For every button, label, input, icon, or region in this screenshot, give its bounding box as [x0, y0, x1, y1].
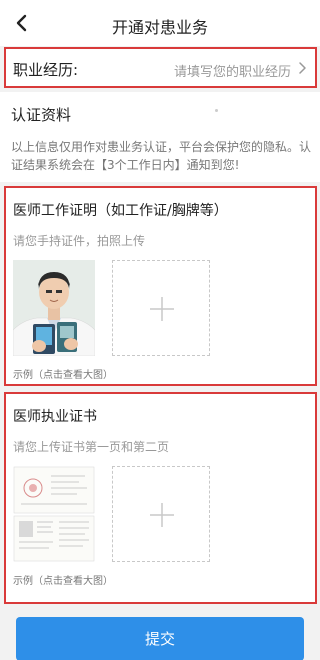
license-card: 医师执业证书 请您上传证书第一页和第二页 示例（点击查看大图）: [4, 392, 317, 604]
chevron-right-icon: [297, 60, 309, 74]
license-title: 医师执业证书: [13, 409, 97, 425]
plus-icon: [150, 503, 174, 527]
career-label: 职业经历:: [13, 61, 79, 79]
career-field[interactable]: 职业经历: 请填写您的职业经历: [4, 47, 317, 88]
career-placeholder: 请填写您的职业经历: [173, 65, 291, 80]
nav-bar: 开通对患业务: [0, 0, 320, 46]
license-sample-image[interactable]: [13, 466, 95, 562]
license-sample-caption[interactable]: 示例（点击查看大图）: [13, 572, 113, 587]
work-proof-sample-image[interactable]: [13, 260, 95, 356]
license-upload-button[interactable]: [112, 466, 210, 562]
submit-button[interactable]: 提交: [16, 617, 304, 660]
page-title: 开通对患业务: [111, 18, 208, 37]
work-proof-hint: 请您手持证件，拍照上传: [13, 234, 146, 248]
certification-section: 认证资料 以上信息仅用作对患业务认证，平台会保护您的隐私。认证结果系统会在【3个…: [0, 92, 320, 182]
work-proof-title: 医师工作证明（如工作证/胸牌等）: [13, 203, 228, 219]
certification-title: 认证资料: [11, 106, 72, 124]
decorative-dot: [215, 109, 218, 112]
work-proof-sample-caption[interactable]: 示例（点击查看大图）: [13, 366, 113, 381]
work-proof-card: 医师工作证明（如工作证/胸牌等） 请您手持证件，拍照上传 示例（点击查看大图）: [4, 186, 317, 386]
certification-description: 以上信息仅用作对患业务认证，平台会保护您的隐私。认证结果系统会在【3个工作日内】…: [11, 140, 312, 172]
work-proof-upload-button[interactable]: [112, 260, 210, 356]
license-hint: 请您上传证书第一页和第二页: [13, 440, 170, 454]
plus-icon: [150, 297, 174, 321]
